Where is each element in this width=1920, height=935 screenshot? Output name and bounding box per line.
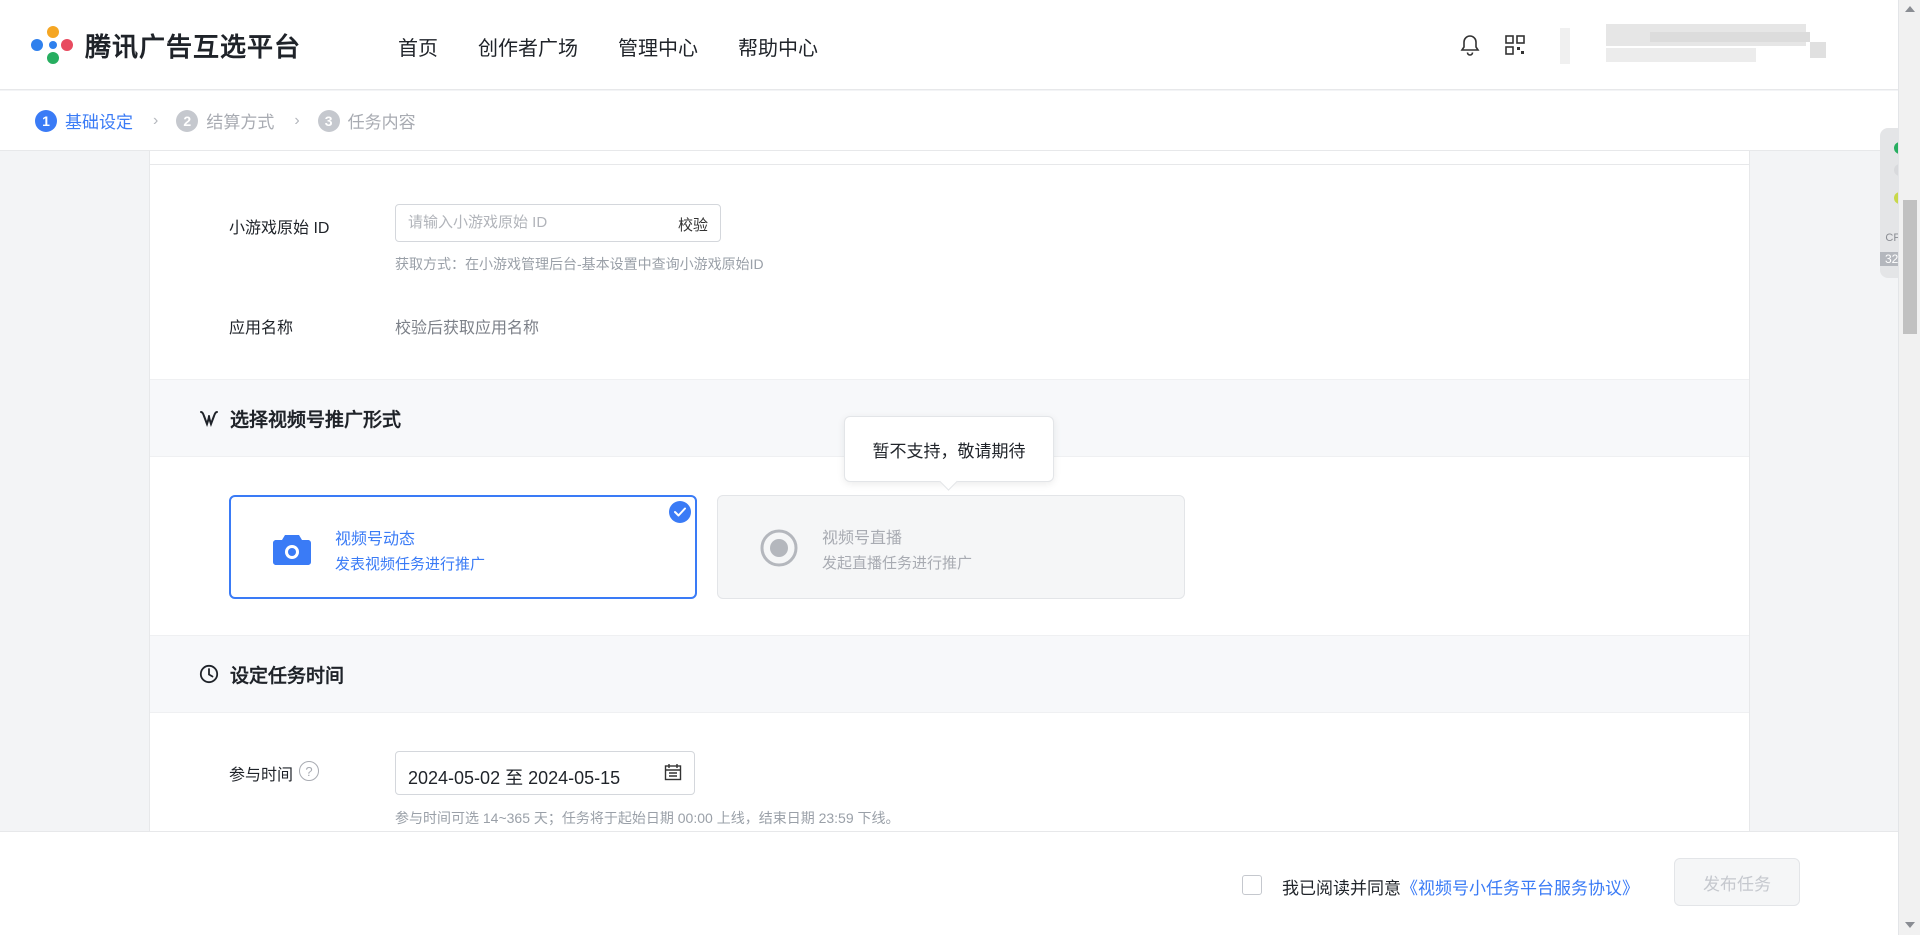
- live-record-icon: [758, 528, 800, 568]
- clock-icon: [198, 663, 220, 685]
- game-id-hint: 获取方式：在小游戏管理后台-基本设置中查询小游戏原始ID: [395, 256, 764, 272]
- nav-home[interactable]: 首页: [398, 32, 438, 61]
- calendar-icon: [664, 763, 682, 786]
- check-icon: [669, 501, 691, 523]
- step-number: 2: [176, 109, 199, 132]
- chevron-right-icon: ›: [294, 111, 300, 129]
- promo-section-title: 选择视频号推广形式: [230, 409, 402, 431]
- top-bar: 腾讯广告互选平台 首页 创作者广场 管理中心 帮助中心: [0, 0, 1898, 90]
- channels-logo-icon: [198, 407, 220, 429]
- step-number: 1: [35, 109, 57, 132]
- game-id-input[interactable]: [408, 214, 638, 231]
- unsupported-tooltip: 暂不支持，敬请期待: [844, 416, 1054, 482]
- user-account-blurred[interactable]: [1560, 18, 1860, 74]
- brand-name: 腾讯广告互选平台: [85, 31, 302, 62]
- scroll-up-icon[interactable]: [1905, 6, 1915, 12]
- app-name-label: 应用名称: [229, 320, 294, 337]
- qrcode-icon[interactable]: [1504, 34, 1526, 56]
- nav-management-center[interactable]: 管理中心: [618, 32, 698, 61]
- page-scrollbar[interactable]: [1898, 0, 1920, 935]
- verify-button[interactable]: 校验: [678, 214, 708, 235]
- step-label: 任务内容: [347, 113, 416, 132]
- option-title: 视频号动态: [335, 531, 416, 548]
- option-desc: 发表视频任务进行推广: [335, 556, 486, 573]
- option-desc: 发起直播任务进行推广: [822, 555, 973, 572]
- game-id-label: 小游戏原始 ID: [229, 220, 330, 237]
- bell-icon[interactable]: [1459, 34, 1481, 56]
- time-section-header: 设定任务时间: [150, 635, 1749, 713]
- app-name-value: 校验后获取应用名称: [395, 320, 540, 337]
- scroll-down-icon[interactable]: [1905, 922, 1915, 928]
- date-range-value: 2024-05-02 至 2024-05-15: [408, 768, 621, 788]
- tooltip-text: 暂不支持，敬请期待: [872, 441, 1026, 461]
- step-settlement[interactable]: 2 结算方式: [176, 108, 274, 133]
- date-range-picker[interactable]: 2024-05-02 至 2024-05-15: [395, 751, 695, 795]
- participate-time-label: 参与时间: [229, 767, 294, 784]
- step-basic-settings[interactable]: 1 基础设定: [35, 108, 133, 133]
- game-id-field[interactable]: 校验: [395, 204, 721, 242]
- brand-logo[interactable]: 腾讯广告互选平台: [31, 26, 301, 64]
- help-icon[interactable]: ?: [299, 761, 319, 781]
- chevron-right-icon: ›: [153, 111, 159, 129]
- agree-checkbox[interactable]: [1242, 875, 1262, 895]
- main-nav: 首页 创作者广场 管理中心 帮助中心: [398, 32, 858, 61]
- option-channels-moment[interactable]: 视频号动态 发表视频任务进行推广: [229, 495, 697, 599]
- step-indicator: 1 基础设定 › 2 结算方式 › 3 任务内容: [0, 91, 1898, 151]
- step-label: 基础设定: [65, 113, 133, 132]
- time-hint: 参与时间可选 14~365 天；任务将于起始日期 00:00 上线，结束日期 2…: [395, 810, 900, 826]
- option-channels-live[interactable]: 视频号直播 发起直播任务进行推广: [717, 495, 1185, 599]
- option-title: 视频号直播: [822, 530, 903, 547]
- camera-icon: [271, 529, 313, 569]
- agree-prefix: 我已阅读并同意: [1282, 879, 1401, 898]
- scroll-thumb[interactable]: [1903, 200, 1917, 334]
- agree-text: 我已阅读并同意《视频号小任务平台服务协议》: [1282, 874, 1639, 899]
- nav-creator-square[interactable]: 创作者广场: [478, 32, 578, 61]
- service-agreement-link[interactable]: 《视频号小任务平台服务协议》: [1401, 879, 1639, 898]
- step-number: 3: [317, 109, 340, 132]
- publish-task-button[interactable]: 发布任务: [1674, 858, 1800, 906]
- step-task-content[interactable]: 3 任务内容: [317, 108, 416, 133]
- step-label: 结算方式: [206, 113, 275, 132]
- nav-help-center[interactable]: 帮助中心: [738, 32, 818, 61]
- form-card: 小游戏原始 ID 校验 获取方式：在小游戏管理后台-基本设置中查询小游戏原始ID…: [149, 151, 1750, 831]
- brand-logo-icon: [31, 26, 75, 64]
- time-section-title: 设定任务时间: [230, 665, 345, 687]
- footer-bar: 我已阅读并同意《视频号小任务平台服务协议》 发布任务: [0, 831, 1898, 935]
